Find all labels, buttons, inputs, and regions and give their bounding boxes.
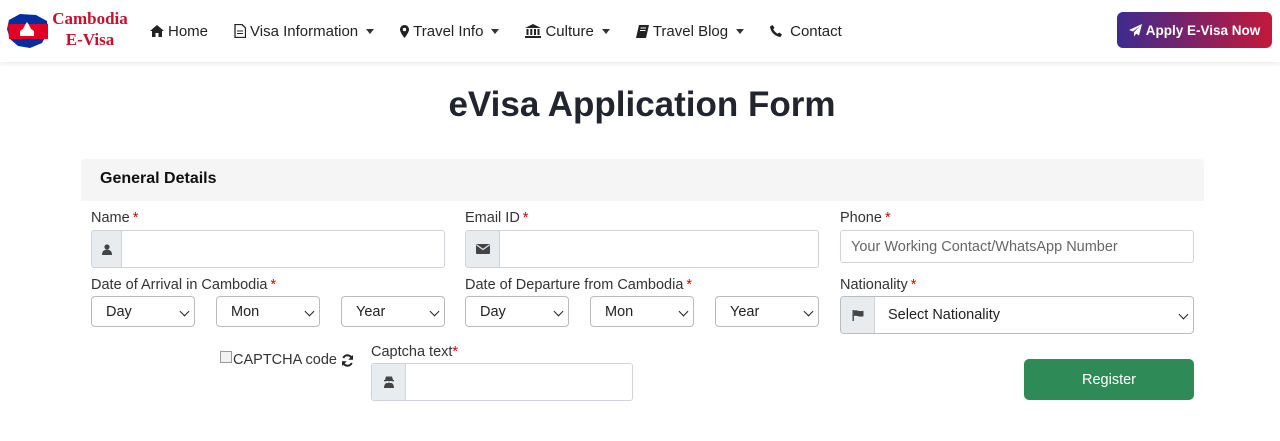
chevron-down-icon xyxy=(429,306,440,317)
required-mark: * xyxy=(686,277,693,293)
nav-label-travel-info: Travel Info xyxy=(413,22,484,40)
caret-down-icon xyxy=(366,28,375,34)
required-mark: * xyxy=(132,210,139,226)
chevron-down-icon xyxy=(678,306,689,317)
phone-input[interactable] xyxy=(841,231,1193,262)
captcha-alt-text: CAPTCHA code xyxy=(233,352,337,368)
arrival-day-value: Day xyxy=(106,303,132,320)
arrival-date-label: Date of Arrival in Cambodia * xyxy=(91,277,276,293)
apply-evisa-button[interactable]: Apply E-Visa Now xyxy=(1117,12,1272,48)
captcha-image: CAPTCHA code xyxy=(220,351,354,368)
arrival-month-value: Mon xyxy=(231,303,260,320)
arrival-day-select[interactable]: Day xyxy=(91,296,195,327)
departure-month-select[interactable]: Mon xyxy=(590,296,694,327)
nav-label-culture: Culture xyxy=(545,22,594,40)
document-icon xyxy=(234,24,247,38)
caret-down-icon xyxy=(491,28,500,34)
caret-down-icon xyxy=(736,28,745,34)
nationality-label-text: Nationality xyxy=(840,277,908,293)
nav-label-home: Home xyxy=(168,22,209,40)
envelope-icon xyxy=(466,231,500,267)
application-form: General Details Name* Email ID* Phone* D… xyxy=(81,159,1204,441)
bank-icon xyxy=(525,24,542,38)
section-title: General Details xyxy=(100,170,217,187)
broken-image-icon xyxy=(220,351,232,363)
nav-item-culture[interactable]: Culture xyxy=(525,22,610,40)
departure-year-value: Year xyxy=(730,303,760,320)
chevron-down-icon xyxy=(803,306,814,317)
chevron-down-icon xyxy=(179,306,190,317)
cambodia-map-flag-icon xyxy=(7,14,48,48)
paper-plane-icon xyxy=(1128,23,1142,37)
nav-label-travel-blog: Travel Blog xyxy=(652,22,729,40)
nationality-value: Select Nationality xyxy=(888,307,1001,323)
departure-day-value: Day xyxy=(480,303,506,320)
nav-label-visa-information: Visa Information xyxy=(250,22,359,40)
captcha-label: Captcha text* xyxy=(371,344,458,360)
name-input[interactable] xyxy=(122,231,444,267)
required-mark: * xyxy=(522,210,529,226)
required-mark: * xyxy=(270,277,277,293)
section-header: General Details xyxy=(81,159,1204,201)
departure-day-select[interactable]: Day xyxy=(465,296,569,327)
phone-icon xyxy=(770,25,783,37)
brand-line-1: Cambodia xyxy=(52,9,128,28)
captcha-input[interactable] xyxy=(406,364,632,400)
departure-date-label: Date of Departure from Cambodia * xyxy=(465,277,692,293)
required-mark: * xyxy=(452,344,459,360)
brand-name: Cambodia E-Visa xyxy=(50,8,130,50)
captcha-input-group xyxy=(371,363,633,401)
map-marker-icon xyxy=(400,24,410,38)
departure-date-label-text: Date of Departure from Cambodia xyxy=(465,277,684,293)
arrival-year-value: Year xyxy=(356,303,386,320)
nav-item-travel-blog[interactable]: Travel Blog xyxy=(635,22,745,40)
phone-input-group xyxy=(840,230,1194,263)
brand-logo[interactable]: Cambodia E-Visa xyxy=(6,8,130,54)
brand-line-2: E-Visa xyxy=(65,30,115,49)
nav-item-visa-information[interactable]: Visa Information xyxy=(234,22,375,40)
name-input-group xyxy=(91,230,445,268)
home-icon xyxy=(150,25,164,37)
required-mark: * xyxy=(884,210,891,226)
phone-label-text: Phone xyxy=(840,210,882,226)
main-nav: Home Visa Information Travel Info Cultur… xyxy=(150,0,868,62)
departure-year-select[interactable]: Year xyxy=(715,296,819,327)
arrival-year-select[interactable]: Year xyxy=(341,296,445,327)
user-icon xyxy=(92,231,122,267)
chevron-down-icon xyxy=(304,306,315,317)
caret-down-icon xyxy=(601,28,610,34)
chevron-down-icon xyxy=(553,306,564,317)
email-label: Email ID * xyxy=(465,210,528,226)
nav-item-home[interactable]: Home xyxy=(150,23,208,40)
navbar: Cambodia E-Visa Home Visa Information Tr… xyxy=(0,0,1280,62)
required-mark: * xyxy=(910,277,917,293)
nav-item-contact[interactable]: Contact xyxy=(770,23,842,40)
captcha-label-text: Captcha text xyxy=(371,344,453,360)
nav-item-travel-info[interactable]: Travel Info xyxy=(400,22,500,40)
departure-month-value: Mon xyxy=(605,303,634,320)
email-input-group xyxy=(465,230,819,268)
nationality-label: Nationality * xyxy=(840,277,916,293)
book-icon xyxy=(635,24,649,38)
flag-icon xyxy=(841,297,875,333)
phone-label: Phone * xyxy=(840,210,891,226)
name-label: Name * xyxy=(91,210,138,226)
refresh-captcha-icon[interactable] xyxy=(341,353,354,367)
apply-evisa-label: Apply E-Visa Now xyxy=(1145,22,1261,38)
email-label-text: Email ID xyxy=(465,210,520,226)
email-input[interactable] xyxy=(500,231,818,267)
register-button[interactable]: Register xyxy=(1024,359,1194,400)
page-title: eVisa Application Form xyxy=(448,85,836,124)
nav-label-contact: Contact xyxy=(790,22,842,40)
nationality-select[interactable]: Select Nationality xyxy=(840,296,1194,334)
arrival-month-select[interactable]: Mon xyxy=(216,296,320,327)
arrival-date-label-text: Date of Arrival in Cambodia xyxy=(91,277,268,293)
name-label-text: Name xyxy=(91,210,130,226)
user-secret-icon xyxy=(372,364,406,400)
